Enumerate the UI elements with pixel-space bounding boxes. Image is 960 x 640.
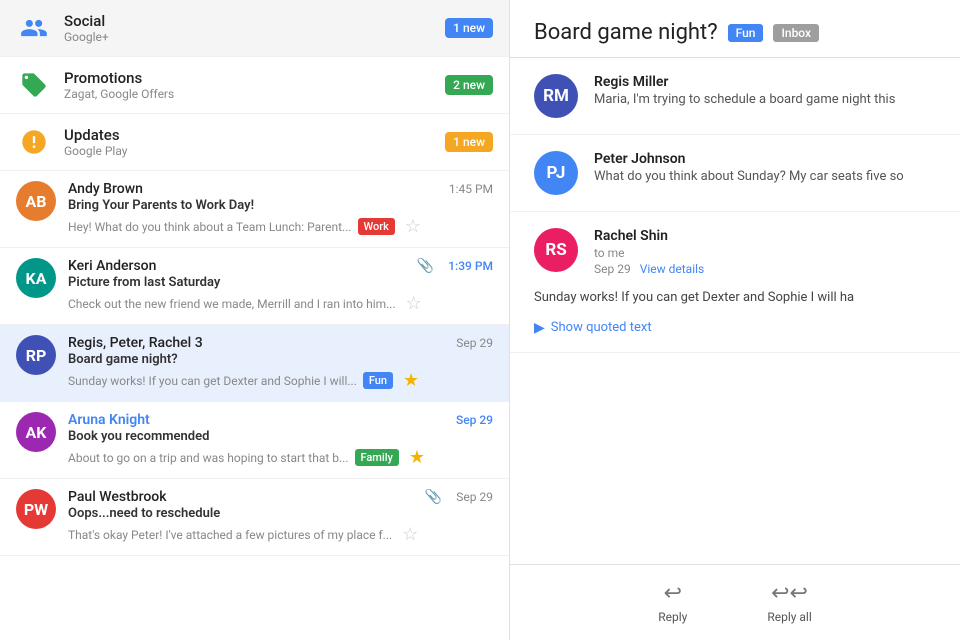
star-keri[interactable]: ☆: [406, 293, 422, 314]
avatar-keri: KA: [16, 258, 56, 298]
msg-preview-regis: Maria, I'm trying to schedule a board ga…: [594, 92, 936, 107]
tag-work-andy: Work: [358, 218, 395, 235]
avatar-msg-rachel: RS: [534, 228, 578, 272]
email-body-keri: Keri Anderson 📎 1:39 PM Picture from las…: [68, 258, 493, 314]
thread-title: Board game night?: [534, 20, 718, 45]
msg-sender-peter: Peter Johnson: [594, 151, 936, 167]
time-paul: Sep 29: [456, 490, 493, 504]
email-row-andy[interactable]: AB Andy Brown 1:45 PM Bring Your Parents…: [0, 171, 509, 248]
show-quoted-label: Show quoted text: [551, 320, 652, 335]
tag-fun-regis: Fun: [363, 372, 393, 389]
quoted-arrow-icon: ▶: [534, 320, 545, 336]
sender-aruna: Aruna Knight: [68, 412, 150, 428]
subject-paul: Oops...need to reschedule: [68, 506, 493, 521]
sender-andy: Andy Brown: [68, 181, 143, 197]
email-row-aruna[interactable]: AK Aruna Knight Sep 29 Book you recommen…: [0, 402, 509, 479]
star-paul[interactable]: ☆: [402, 524, 418, 545]
message-peter: PJ Peter Johnson What do you think about…: [510, 135, 960, 212]
msg-content-regis: Regis Miller Maria, I'm trying to schedu…: [594, 74, 936, 118]
star-regis[interactable]: ★: [403, 370, 419, 391]
thread-header: Board game night? Fun Inbox: [510, 0, 960, 58]
reply-button[interactable]: ↩ Reply: [658, 581, 687, 624]
email-row-paul[interactable]: PW Paul Westbrook 📎 Sep 29 Oops...need t…: [0, 479, 509, 556]
message-regis: RM Regis Miller Maria, I'm trying to sch…: [510, 58, 960, 135]
reply-all-label: Reply all: [767, 610, 811, 624]
preview-aruna: About to go on a trip and was hoping to …: [68, 451, 349, 465]
subject-keri: Picture from last Saturday: [68, 275, 493, 290]
reply-all-icon: ↩↩: [771, 581, 808, 606]
subject-regis: Board game night?: [68, 352, 493, 367]
msg-meta-rachel: to me: [594, 246, 936, 260]
email-body-regis: Regis, Peter, Rachel 3 Sep 29 Board game…: [68, 335, 493, 391]
email-list-panel: Social Google+ 1 new Promotions Zagat, G…: [0, 0, 510, 640]
clip-icon-paul: 📎: [425, 489, 442, 505]
promotions-icon: [16, 67, 52, 103]
social-name: Social: [64, 12, 445, 30]
subject-andy: Bring Your Parents to Work Day!: [68, 198, 493, 213]
preview-regis: Sunday works! If you can get Dexter and …: [68, 374, 357, 388]
msg-sender-rachel: Rachel Shin: [594, 228, 936, 244]
preview-andy: Hey! What do you think about a Team Lunc…: [68, 220, 352, 234]
social-info: Social Google+: [64, 12, 445, 44]
thread-panel: Board game night? Fun Inbox RM Regis Mil…: [510, 0, 960, 640]
promotions-badge: 2 new: [445, 75, 493, 95]
preview-paul: That's okay Peter! I've attached a few p…: [68, 528, 392, 542]
msg-date-rachel: Sep 29 View details: [594, 262, 936, 276]
star-andy[interactable]: ☆: [405, 216, 421, 237]
sender-paul: Paul Westbrook: [68, 489, 167, 505]
msg-sender-regis: Regis Miller: [594, 74, 936, 90]
promotions-info: Promotions Zagat, Google Offers: [64, 69, 445, 101]
star-aruna[interactable]: ★: [409, 447, 425, 468]
email-body-paul: Paul Westbrook 📎 Sep 29 Oops...need to r…: [68, 489, 493, 545]
avatar-andy: AB: [16, 181, 56, 221]
time-keri: 1:39 PM: [448, 259, 493, 273]
msg-content-peter: Peter Johnson What do you think about Su…: [594, 151, 936, 195]
updates-info: Updates Google Play: [64, 126, 445, 158]
clip-icon-keri: 📎: [417, 258, 434, 274]
tag-family-aruna: Family: [355, 449, 399, 466]
reply-all-button[interactable]: ↩↩ Reply all: [767, 581, 811, 624]
avatar-aruna: AK: [16, 412, 56, 452]
rachel-body: Sunday works! If you can get Dexter and …: [534, 288, 936, 308]
updates-name: Updates: [64, 126, 445, 144]
promotions-name: Promotions: [64, 69, 445, 87]
msg-content-rachel: Rachel Shin to me Sep 29 View details: [594, 228, 936, 276]
sender-keri: Keri Anderson: [68, 258, 156, 274]
category-promotions[interactable]: Promotions Zagat, Google Offers 2 new: [0, 57, 509, 114]
avatar-msg-peter: PJ: [534, 151, 578, 195]
time-aruna: Sep 29: [456, 413, 493, 427]
email-body-aruna: Aruna Knight Sep 29 Book you recommended…: [68, 412, 493, 468]
thread-tag-inbox: Inbox: [773, 24, 819, 42]
thread-tag-fun: Fun: [728, 24, 764, 42]
time-regis: Sep 29: [456, 336, 493, 350]
subject-aruna: Book you recommended: [68, 429, 493, 444]
social-sub: Google+: [64, 30, 445, 44]
updates-icon: [16, 124, 52, 160]
reply-label: Reply: [658, 610, 687, 624]
message-rachel: RS Rachel Shin to me Sep 29 View details…: [510, 212, 960, 353]
social-icon: [16, 10, 52, 46]
category-updates[interactable]: Updates Google Play 1 new: [0, 114, 509, 171]
preview-keri: Check out the new friend we made, Merril…: [68, 297, 396, 311]
view-details-link[interactable]: View details: [640, 262, 705, 276]
social-badge: 1 new: [445, 18, 493, 38]
time-andy: 1:45 PM: [449, 182, 493, 196]
updates-sub: Google Play: [64, 144, 445, 158]
promotions-sub: Zagat, Google Offers: [64, 87, 445, 101]
reply-bar: ↩ Reply ↩↩ Reply all: [510, 564, 960, 640]
email-row-regis[interactable]: RP Regis, Peter, Rachel 3 Sep 29 Board g…: [0, 325, 509, 402]
msg-preview-peter: What do you think about Sunday? My car s…: [594, 169, 936, 184]
updates-badge: 1 new: [445, 132, 493, 152]
reply-icon: ↩: [664, 581, 682, 606]
avatar-paul: PW: [16, 489, 56, 529]
sender-regis: Regis, Peter, Rachel 3: [68, 335, 203, 351]
avatar-msg-regis: RM: [534, 74, 578, 118]
category-social[interactable]: Social Google+ 1 new: [0, 0, 509, 57]
email-row-keri[interactable]: KA Keri Anderson 📎 1:39 PM Picture from …: [0, 248, 509, 325]
show-quoted-btn[interactable]: ▶ Show quoted text: [534, 320, 936, 336]
avatar-regis: RP: [16, 335, 56, 375]
email-body-andy: Andy Brown 1:45 PM Bring Your Parents to…: [68, 181, 493, 237]
